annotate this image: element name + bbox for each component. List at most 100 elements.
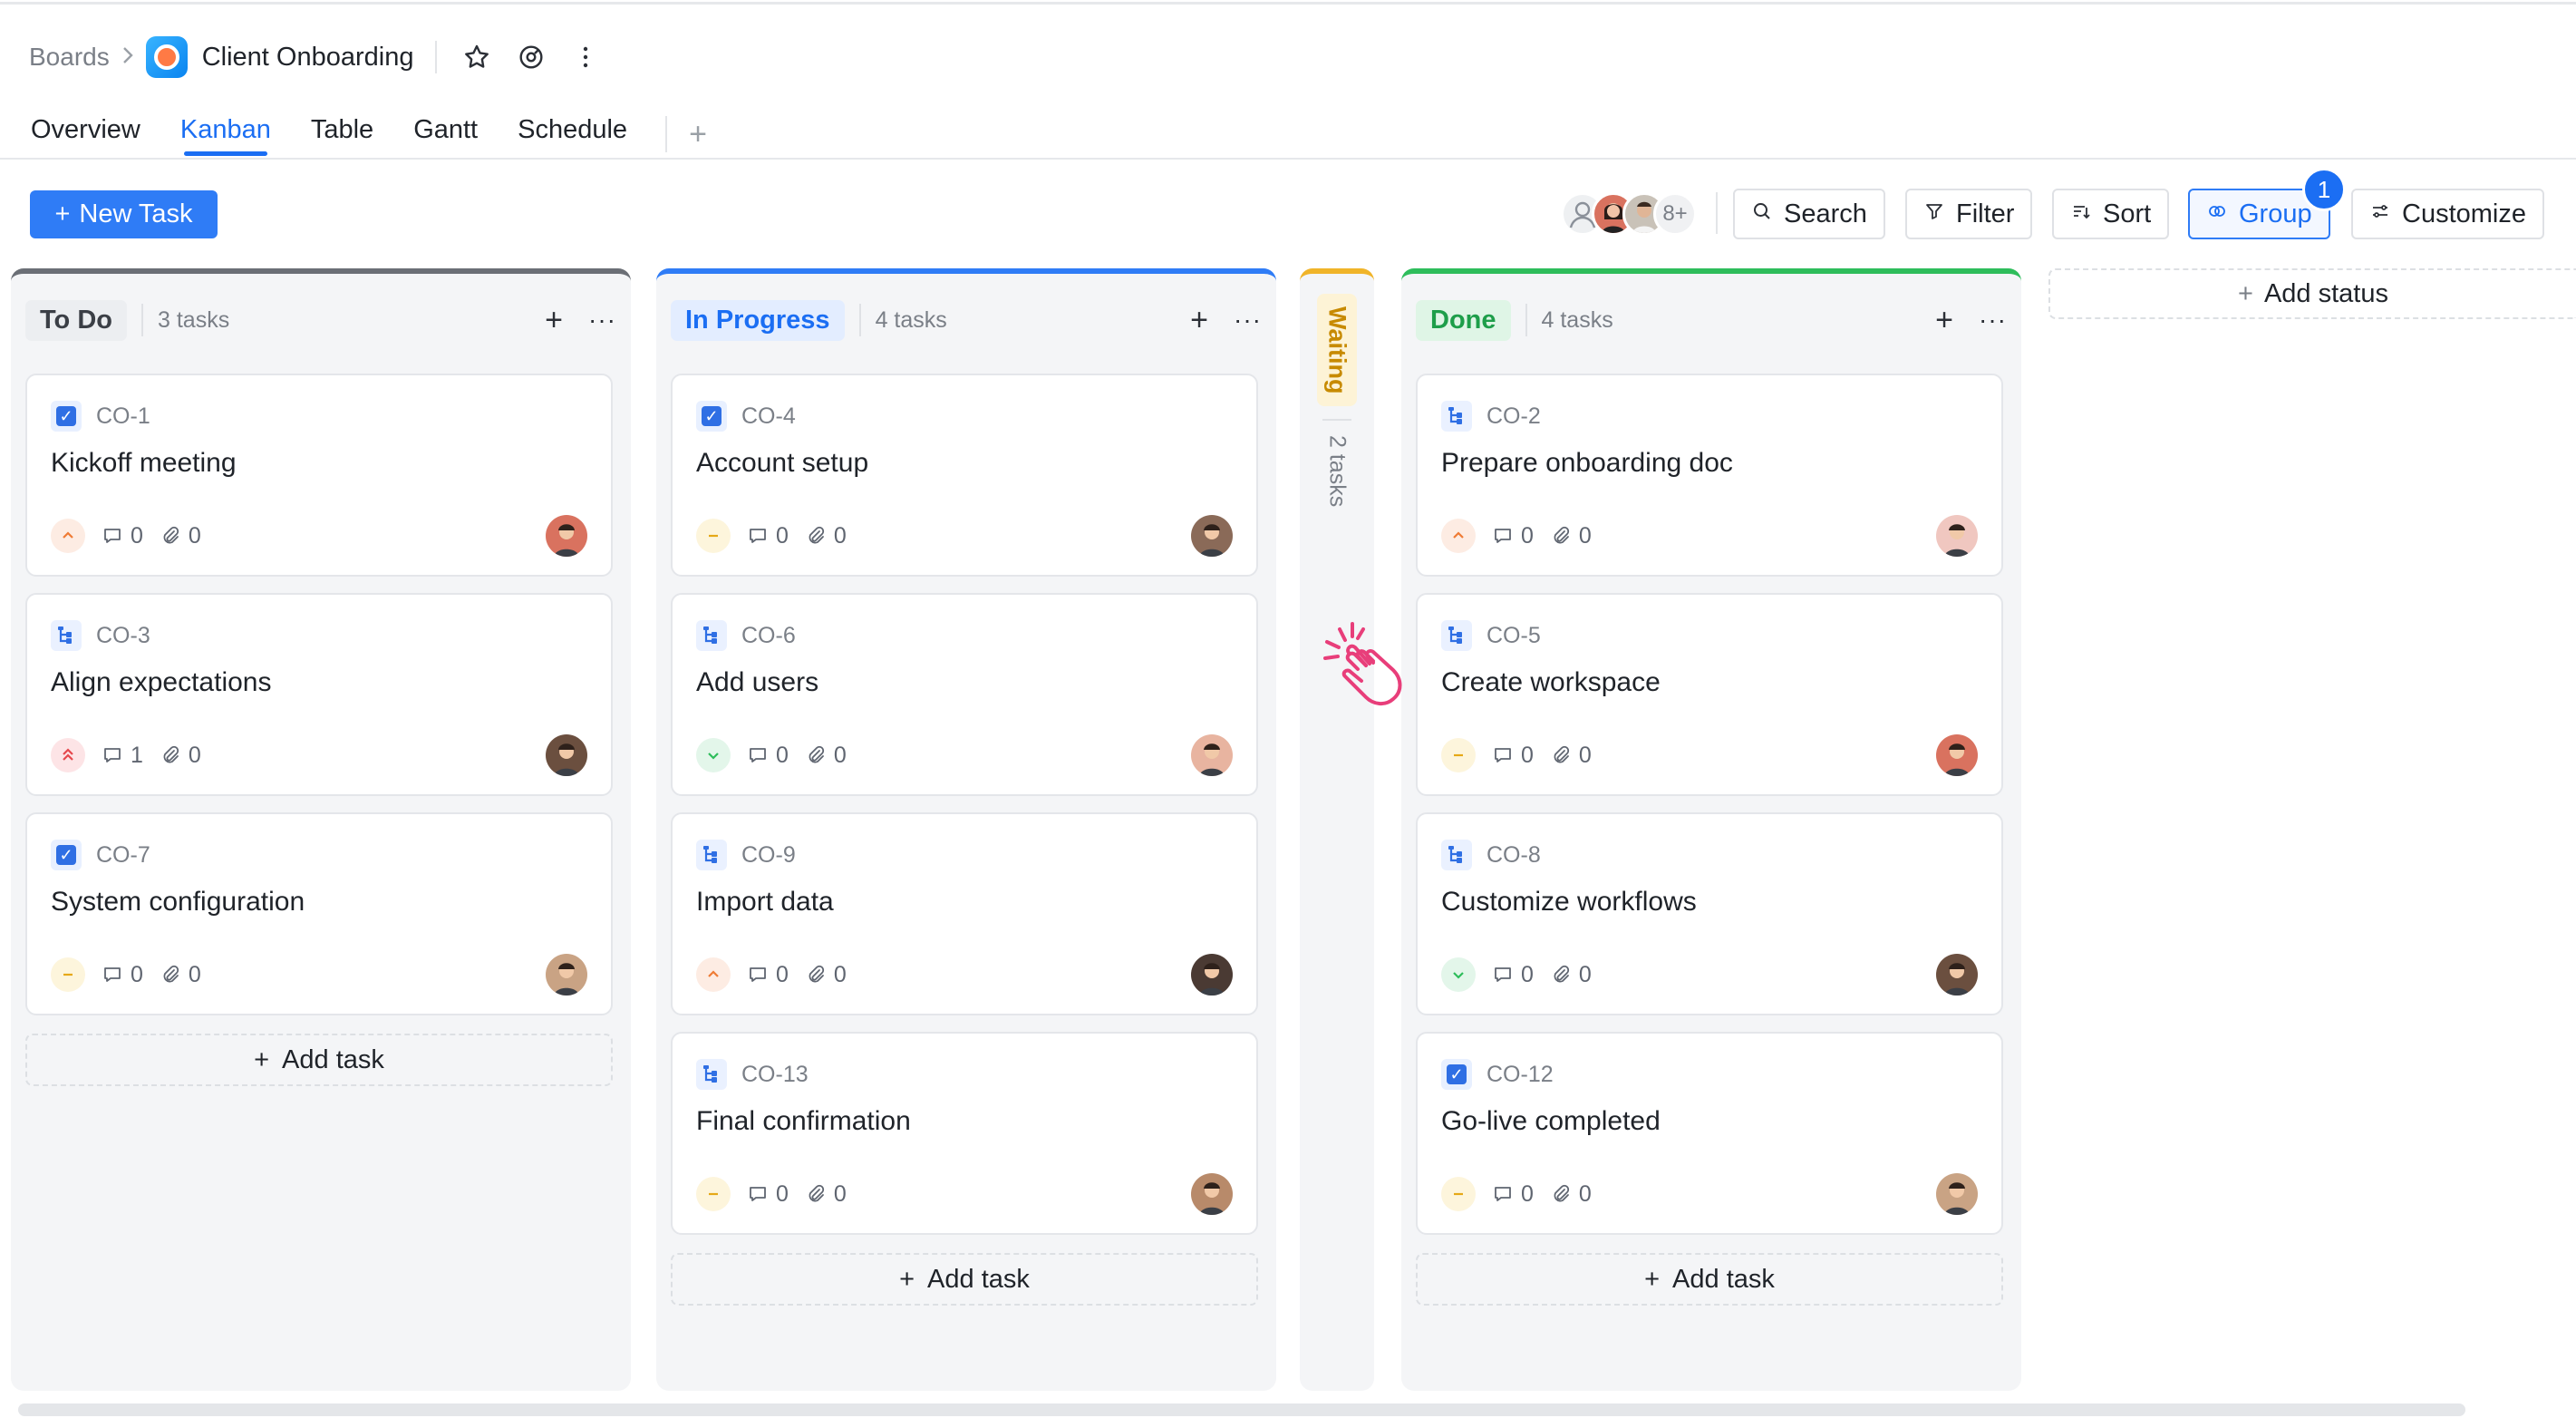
- task-title[interactable]: Go-live completed: [1441, 1106, 1661, 1137]
- priority-medium-icon[interactable]: [51, 957, 85, 992]
- tab-kanban[interactable]: Kanban: [180, 107, 271, 161]
- status-pill[interactable]: Done: [1416, 299, 1511, 341]
- more-vertical-icon[interactable]: [567, 39, 604, 75]
- assignee-avatar[interactable]: [1191, 1173, 1233, 1215]
- assignee-avatar[interactable]: [1936, 515, 1978, 557]
- comments-count: 0: [747, 962, 789, 988]
- attachments-count: 0: [1550, 743, 1592, 769]
- task-title[interactable]: Prepare onboarding doc: [1441, 448, 1733, 479]
- subtask-icon: [51, 620, 82, 651]
- task-title[interactable]: Add users: [696, 667, 818, 698]
- horizontal-scrollbar[interactable]: [18, 1403, 2465, 1416]
- divider: [1322, 419, 1351, 421]
- search-button[interactable]: Search: [1733, 189, 1885, 239]
- customize-button[interactable]: Customize: [2351, 189, 2544, 239]
- subtask-icon: [1441, 840, 1472, 870]
- task-id: CO-5: [1487, 622, 1541, 648]
- task-card[interactable]: ✓ CO-12 Go-live completed 0 0: [1416, 1032, 2003, 1235]
- assignee-avatar[interactable]: [1936, 1173, 1978, 1215]
- add-task-icon[interactable]: +: [545, 303, 563, 338]
- task-card[interactable]: CO-6 Add users 0 0: [671, 593, 1258, 796]
- task-title[interactable]: Final confirmation: [696, 1106, 911, 1137]
- more-horizontal-icon[interactable]: ···: [1979, 306, 2007, 335]
- status-pill[interactable]: Waiting: [1317, 294, 1357, 406]
- comments-count: 0: [102, 962, 143, 988]
- board-title[interactable]: Client Onboarding: [202, 43, 414, 73]
- sort-button[interactable]: Sort: [2052, 189, 2170, 239]
- priority-medium-icon[interactable]: [1441, 738, 1476, 772]
- comment-icon: [750, 1187, 766, 1201]
- priority-high-icon[interactable]: [51, 519, 85, 553]
- add-task-icon[interactable]: +: [1935, 303, 1953, 338]
- task-id: CO-6: [741, 622, 796, 648]
- task-title[interactable]: Create workspace: [1441, 667, 1661, 698]
- assignee-avatar[interactable]: [1191, 515, 1233, 557]
- column-waiting-collapsed[interactable]: Waiting 2 tasks: [1300, 268, 1374, 1391]
- task-card[interactable]: CO-13 Final confirmation 0 0: [671, 1032, 1258, 1235]
- breadcrumb-boards-link[interactable]: Boards: [29, 43, 110, 72]
- watch-icon[interactable]: [513, 39, 549, 75]
- member-avatars[interactable]: 8+: [1561, 192, 1697, 236]
- priority-low-icon[interactable]: [1441, 957, 1476, 992]
- add-view-icon[interactable]: +: [689, 112, 707, 157]
- assignee-avatar[interactable]: [1191, 954, 1233, 996]
- tab-schedule[interactable]: Schedule: [518, 107, 627, 161]
- assignee-avatar[interactable]: [546, 515, 587, 557]
- paperclip-icon: [1554, 745, 1570, 763]
- status-pill[interactable]: In Progress: [671, 299, 845, 341]
- assignee-avatar[interactable]: [546, 954, 587, 996]
- add-task-button[interactable]: + Add task: [1416, 1253, 2003, 1306]
- priority-medium-icon[interactable]: [1441, 1177, 1476, 1211]
- task-card[interactable]: CO-9 Import data 0 0: [671, 812, 1258, 1015]
- group-count-badge: 1: [2302, 168, 2346, 211]
- divider: [665, 116, 668, 152]
- task-id: CO-8: [1487, 841, 1541, 868]
- attachments-count: 0: [1550, 1181, 1592, 1208]
- task-card[interactable]: ✓ CO-4 Account setup 0 0: [671, 374, 1258, 577]
- add-status-button[interactable]: + Add status: [2048, 268, 2576, 319]
- more-horizontal-icon[interactable]: ···: [1234, 306, 1262, 335]
- assignee-avatar[interactable]: [1936, 954, 1978, 996]
- task-card[interactable]: CO-2 Prepare onboarding doc 0 0: [1416, 374, 2003, 577]
- more-horizontal-icon[interactable]: ···: [588, 306, 616, 335]
- tab-table[interactable]: Table: [311, 107, 373, 161]
- star-icon[interactable]: [459, 39, 495, 75]
- task-title[interactable]: Customize workflows: [1441, 887, 1697, 918]
- priority-high-icon[interactable]: [696, 957, 731, 992]
- task-card[interactable]: CO-8 Customize workflows 0 0: [1416, 812, 2003, 1015]
- task-title[interactable]: Import data: [696, 887, 834, 918]
- add-task-icon[interactable]: +: [1190, 303, 1208, 338]
- priority-urgent-icon[interactable]: [51, 738, 85, 772]
- priority-high-icon[interactable]: [1441, 519, 1476, 553]
- task-title[interactable]: Account setup: [696, 448, 868, 479]
- chevron-right-icon: [110, 44, 146, 72]
- filter-button[interactable]: Filter: [1905, 189, 2033, 239]
- assignee-avatar[interactable]: [1936, 734, 1978, 776]
- paperclip-icon: [809, 526, 825, 544]
- tab-gantt[interactable]: Gantt: [413, 107, 478, 161]
- task-title[interactable]: System configuration: [51, 887, 305, 918]
- assignee-avatar[interactable]: [1191, 734, 1233, 776]
- task-title[interactable]: Kickoff meeting: [51, 448, 237, 479]
- tab-overview[interactable]: Overview: [31, 107, 140, 161]
- task-id: CO-1: [96, 403, 150, 429]
- attachments-count: 0: [160, 523, 201, 549]
- task-card[interactable]: ✓ CO-1 Kickoff meeting 0 0: [25, 374, 613, 577]
- add-task-button[interactable]: + Add task: [25, 1034, 613, 1086]
- task-card[interactable]: CO-5 Create workspace 0 0: [1416, 593, 2003, 796]
- task-card[interactable]: CO-3 Align expectations 1 0: [25, 593, 613, 796]
- sliders-icon: [2369, 199, 2391, 229]
- plus-icon: +: [899, 1264, 915, 1294]
- sort-icon: [2070, 199, 2092, 229]
- priority-medium-icon[interactable]: [696, 1177, 731, 1211]
- priority-low-icon[interactable]: [696, 738, 731, 772]
- assignee-avatar[interactable]: [546, 734, 587, 776]
- comment-icon: [750, 967, 766, 982]
- task-card[interactable]: ✓ CO-7 System configuration 0 0: [25, 812, 613, 1015]
- task-title[interactable]: Align expectations: [51, 667, 272, 698]
- add-task-button[interactable]: + Add task: [671, 1253, 1258, 1306]
- new-task-button[interactable]: + New Task: [30, 190, 218, 238]
- plus-icon: +: [54, 199, 71, 228]
- priority-medium-icon[interactable]: [696, 519, 731, 553]
- status-pill[interactable]: To Do: [25, 299, 127, 341]
